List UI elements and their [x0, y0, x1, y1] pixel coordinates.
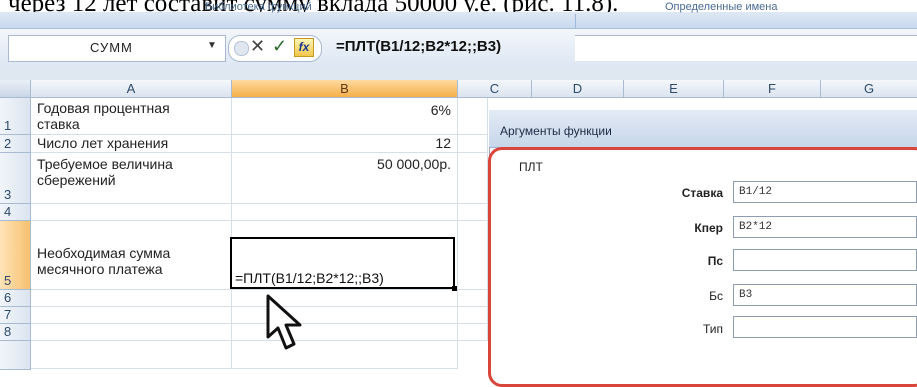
active-cell-border [230, 237, 455, 289]
column-header-a[interactable]: A [31, 80, 232, 98]
cell-a1-line2: ставка [37, 116, 80, 132]
column-header-g[interactable]: G [821, 80, 917, 98]
ribbon-group-bar [0, 12, 917, 29]
cell-a7[interactable] [31, 307, 232, 324]
cell-a5-line2: месячного платежа [37, 261, 163, 277]
insert-function-icon[interactable]: fx [294, 38, 314, 57]
row-header-9[interactable] [0, 341, 31, 370]
cell-c3[interactable] [458, 153, 488, 204]
ribbon-group-separator [575, 14, 576, 28]
column-header-e[interactable]: E [624, 80, 724, 98]
cell-a3-line2: сбережений [37, 172, 116, 188]
arg-label-rate: Ставка [681, 186, 723, 200]
cell-c5[interactable] [458, 221, 488, 290]
arg-label-pv: Пс [707, 254, 723, 268]
cell-a9[interactable] [31, 341, 232, 369]
cell-a5[interactable]: Необходимая сумма месячного платежа [31, 221, 232, 290]
function-name: ПЛТ [519, 160, 543, 174]
row-header-4[interactable]: 4 [0, 204, 31, 221]
grip-icon [234, 41, 249, 56]
column-header-c[interactable]: C [458, 80, 532, 98]
row-header-5[interactable]: 5 [0, 221, 31, 290]
check-icon[interactable]: ✓ [272, 36, 287, 57]
cell-a1-line1: Годовая процентная [37, 100, 170, 116]
row-header-6[interactable]: 6 [0, 290, 31, 307]
row-header-7[interactable]: 7 [0, 307, 31, 324]
ribbon-group-defined-names: Определенные имена [665, 1, 778, 13]
arg-input-type[interactable] [733, 316, 917, 338]
arg-input-nper[interactable]: B2*12 [733, 216, 917, 238]
cell-c7[interactable] [458, 307, 488, 324]
cell-a4[interactable] [31, 204, 232, 221]
formula-input[interactable] [575, 35, 917, 61]
chevron-down-icon[interactable]: ▼ [207, 40, 217, 51]
arg-input-fv[interactable]: B3 [733, 284, 917, 306]
cell-a6[interactable] [31, 290, 232, 307]
select-all-corner[interactable] [0, 80, 31, 98]
cell-c2[interactable] [458, 135, 488, 153]
cell-a3[interactable]: Требуемое величина сбережений [31, 153, 232, 204]
cell-b2[interactable]: 12 [232, 135, 458, 153]
row-header-2[interactable]: 2 [0, 135, 31, 153]
cell-a1[interactable]: Годовая процентная ставка [31, 98, 232, 135]
toolbar-gap [0, 67, 917, 80]
dialog-title: Аргументы функции [500, 124, 612, 138]
cell-a5-line1: Необходимая сумма [37, 245, 171, 261]
arg-input-pv[interactable] [733, 249, 917, 271]
cell-c8[interactable] [458, 324, 488, 341]
ribbon-group-function-library: Библиотека функций [205, 1, 312, 13]
cell-a3-line1: Требуемое величина [37, 156, 173, 172]
formula-text: =ПЛТ(B1/12;B2*12;;B3) [336, 38, 502, 55]
row-header-3[interactable]: 3 [0, 153, 31, 204]
arg-input-rate[interactable]: B1/12 [733, 181, 917, 203]
row-header-8[interactable]: 8 [0, 324, 31, 341]
column-header-b[interactable]: B [232, 80, 458, 98]
cell-c6[interactable] [458, 290, 488, 307]
arg-label-nper: Кпер [694, 221, 723, 235]
column-header-f[interactable]: F [724, 80, 821, 98]
column-header-d[interactable]: D [532, 80, 624, 98]
cell-a2[interactable]: Число лет хранения [31, 135, 232, 153]
cell-c1[interactable] [458, 98, 488, 135]
cell-b1[interactable]: 6% [232, 98, 458, 135]
cell-b3[interactable]: 50 000,00р. [232, 153, 458, 204]
cell-b4[interactable] [232, 204, 458, 221]
arg-label-fv: Бс [709, 289, 723, 303]
cell-a8[interactable] [31, 324, 232, 341]
cell-c4[interactable] [458, 204, 488, 221]
cancel-icon[interactable]: ✕ [250, 36, 265, 57]
name-box-value: СУММ [90, 40, 133, 55]
arg-label-type: Тип [702, 322, 723, 336]
row-header-1[interactable]: 1 [0, 98, 31, 135]
mouse-cursor-icon [266, 294, 302, 350]
